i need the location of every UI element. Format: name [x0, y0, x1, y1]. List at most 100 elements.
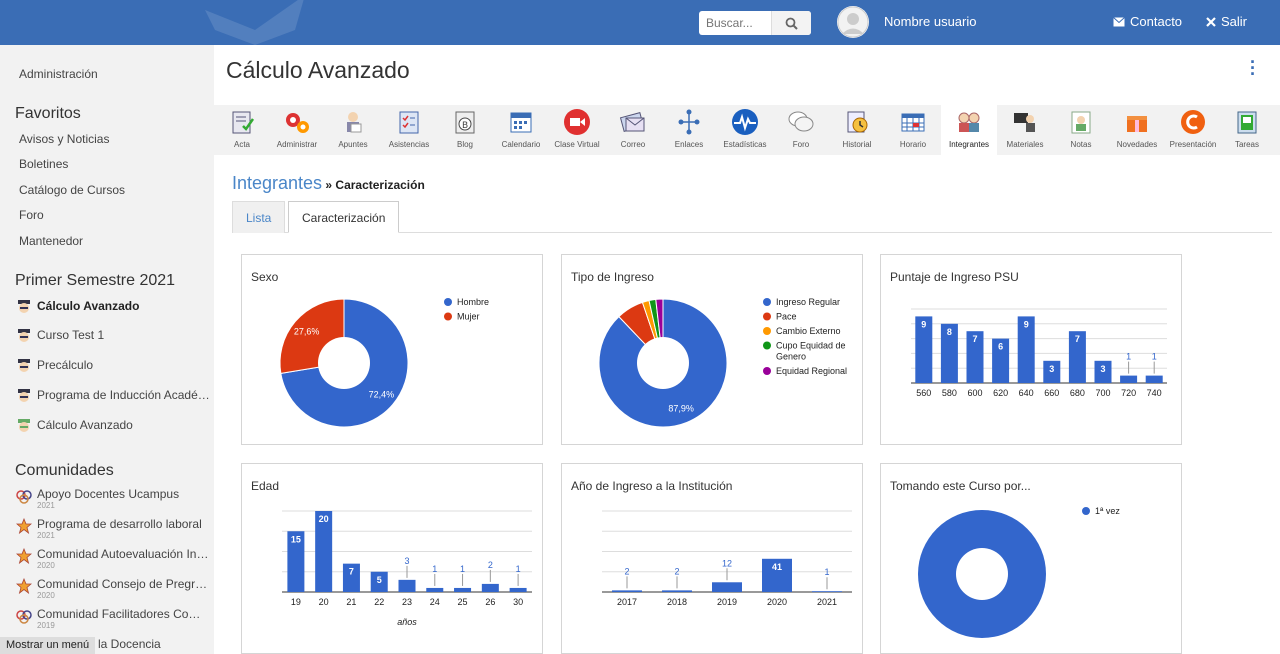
tool-enlaces[interactable]: Enlaces [661, 105, 717, 155]
bar-value-label: 2 [488, 560, 493, 570]
tool-integrantes[interactable]: Integrantes [941, 105, 997, 155]
x-tick-label: 660 [1044, 388, 1059, 398]
x-tick-label: 25 [458, 597, 468, 607]
chart-card-puntaje-psu: Puntaje de Ingreso PSU 95608580760066209… [880, 254, 1182, 445]
x-tick-label: 26 [485, 597, 495, 607]
tool-administrar[interactable]: Administrar [269, 105, 325, 155]
sidebar-item-boletines[interactable]: Boletines [19, 157, 68, 171]
tool-label: Acta [214, 140, 270, 149]
tool-apuntes[interactable]: Apuntes [325, 105, 381, 155]
tab-caracterizacion[interactable]: Caracterización [288, 201, 399, 233]
close-icon [1206, 17, 1216, 27]
tool-acta[interactable]: Acta [214, 105, 270, 155]
tool-label: Clase Virtual [549, 140, 605, 149]
tool-clase-virtual[interactable]: Clase Virtual [549, 105, 605, 155]
sidebar-item-mantenedor[interactable]: Mantenedor [19, 234, 83, 248]
bar-value-label: 7 [1075, 334, 1080, 344]
donut-hole [318, 337, 370, 389]
sidebar-community-partial[interactable]: la Docencia [98, 637, 161, 651]
sidebar-course[interactable]: Curso Test 1 [16, 327, 211, 343]
tool-estadisticas[interactable]: Estadísticas [717, 105, 773, 155]
document-check-icon [228, 108, 256, 136]
community-year: 2020 [37, 561, 209, 570]
sidebar-course[interactable]: Cálculo Avanzado [16, 417, 211, 433]
username[interactable]: Nombre usuario [884, 14, 977, 29]
sidebar-course[interactable]: Programa de Inducción Académica [16, 387, 211, 403]
bar [812, 591, 842, 592]
sidebar-community[interactable]: Comunidad Facilitadores Comunidades2019 [16, 607, 211, 630]
chat-bubbles-icon [787, 108, 815, 136]
avatar[interactable] [837, 6, 869, 38]
contact-label: Contacto [1130, 14, 1182, 29]
sidebar-admin-link[interactable]: Administración [19, 67, 98, 81]
x-axis-label: años [397, 617, 417, 627]
favorites-heading: Favoritos [15, 105, 81, 123]
bar [482, 584, 499, 592]
sidebar-community[interactable]: Comunidad Consejo de Pregrado2020 [16, 577, 211, 600]
search-button[interactable] [771, 11, 811, 35]
sidebar-community[interactable]: Programa de desarrollo laboral2021 [16, 517, 211, 540]
communities-heading: Comunidades [15, 462, 114, 480]
members-group-icon [955, 108, 983, 136]
tool-blog[interactable]: B Blog [437, 105, 493, 155]
tool-calendario[interactable]: Calendario [493, 105, 549, 155]
logout-label: Salir [1221, 14, 1247, 29]
breadcrumb: Caracterización [335, 178, 424, 192]
bar-value-label: 7 [972, 334, 977, 344]
tool-tareas[interactable]: Tareas [1219, 105, 1275, 155]
more-options-button[interactable]: ··· [1250, 59, 1256, 77]
sidebar-course[interactable]: Cálculo Avanzado [16, 298, 211, 314]
tool-correo[interactable]: Correo [605, 105, 661, 155]
sidebar-course[interactable]: Precálculo [16, 357, 211, 373]
bar [612, 590, 642, 592]
legend-marker [763, 367, 771, 375]
legend-label: Mujer [457, 312, 480, 322]
bar-value-label: 7 [349, 567, 354, 577]
x-tick-label: 740 [1147, 388, 1162, 398]
course-label: Curso Test 1 [37, 328, 104, 342]
pie-slice-label: 72,4% [369, 390, 395, 400]
tool-novedades[interactable]: Novedades [1109, 105, 1165, 155]
bar [1146, 376, 1163, 383]
bar-value-label: 2 [674, 566, 679, 576]
x-tick-label: 21 [346, 597, 356, 607]
section-link[interactable]: Integrantes [232, 173, 322, 193]
tab-lista[interactable]: Lista [232, 201, 285, 233]
sidebar-community[interactable]: Comunidad Autoevaluación Institucional20… [16, 547, 211, 570]
chart-card-sexo: Sexo 72,4%Hombre27,6%Mujer [241, 254, 543, 445]
contact-link[interactable]: Contacto [1113, 14, 1182, 29]
teacher-icon [1011, 108, 1039, 136]
tool-notas[interactable]: Notas [1053, 105, 1109, 155]
sidebar-item-avisos[interactable]: Avisos y Noticias [19, 132, 109, 146]
graduate-icon [16, 387, 32, 403]
tool-label: Calendario [493, 140, 549, 149]
tool-horario[interactable]: Horario [885, 105, 941, 155]
legend-label: Genero [776, 352, 806, 362]
history-clock-icon [843, 108, 871, 136]
tool-label: Novedades [1109, 140, 1165, 149]
community-label: Comunidad Consejo de Pregrado [37, 577, 209, 591]
tool-presentacion[interactable]: Presentación [1165, 105, 1221, 155]
course-toolbar: Acta Administrar Apuntes Asistencias B B… [214, 105, 1280, 155]
sidebar-item-catalogo[interactable]: Catálogo de Cursos [19, 183, 125, 197]
legend-marker [763, 342, 771, 350]
chart-card-tipo-ingreso: Tipo de Ingreso 87,9%Ingreso RegularPace… [561, 254, 863, 445]
sidebar-item-foro[interactable]: Foro [19, 208, 44, 222]
course-label: Programa de Inducción Académica [37, 388, 211, 402]
legend-marker [763, 327, 771, 335]
tool-foro[interactable]: Foro [773, 105, 829, 155]
sidebar: Administración Favoritos Avisos y Notici… [0, 45, 214, 654]
legend-label: Hombre [457, 297, 489, 307]
logout-link[interactable]: Salir [1206, 14, 1247, 29]
star-icon [16, 518, 32, 534]
show-menu-button[interactable]: Mostrar un menú [0, 637, 95, 654]
tool-materiales[interactable]: Materiales [997, 105, 1053, 155]
tool-asistencias[interactable]: Asistencias [381, 105, 437, 155]
community-label: Comunidad Autoevaluación Institucional [37, 547, 209, 561]
community-year: 2019 [37, 621, 209, 630]
sidebar-community[interactable]: Apoyo Docentes Ucampus2021 [16, 487, 211, 510]
search-input[interactable] [699, 11, 771, 35]
tool-historial[interactable]: Historial [829, 105, 885, 155]
x-tick-label: 2017 [617, 597, 637, 607]
bar-value-label: 2 [624, 566, 629, 576]
